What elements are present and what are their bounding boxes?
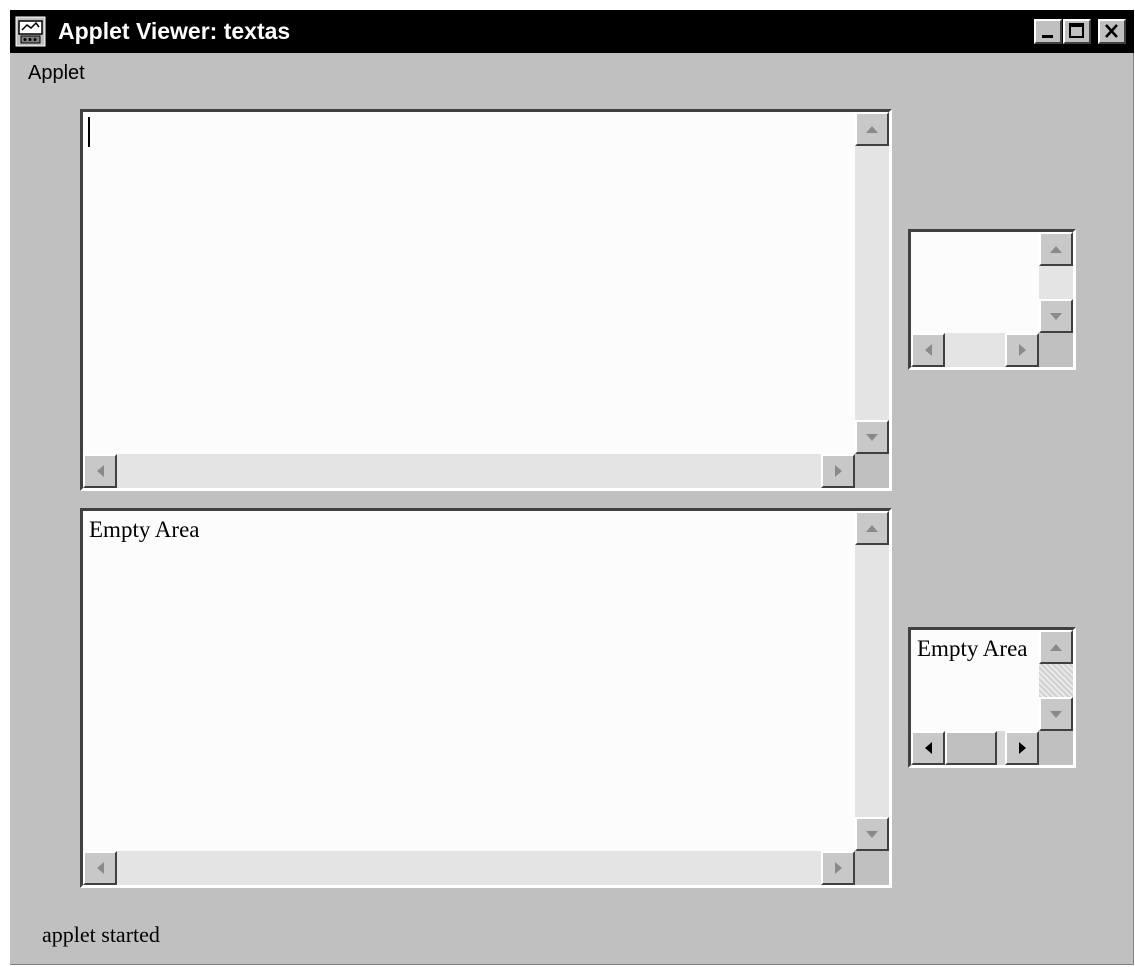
arrow-left-icon — [924, 344, 932, 356]
arrow-up-icon — [866, 125, 878, 133]
scroll-right-button[interactable] — [1005, 731, 1039, 765]
arrow-down-icon — [1050, 710, 1062, 718]
scroll-down-button[interactable] — [855, 817, 889, 851]
scroll-up-button[interactable] — [855, 112, 889, 146]
scroll-down-button[interactable] — [855, 420, 889, 454]
arrow-down-icon — [1050, 312, 1062, 320]
arrow-up-icon — [1050, 245, 1062, 253]
close-icon — [1105, 24, 1118, 38]
title-bar[interactable]: Applet Viewer: textas — [10, 10, 1134, 53]
scroll-up-button[interactable] — [1039, 232, 1073, 266]
scroll-right-button[interactable] — [821, 454, 855, 488]
scroll-left-button[interactable] — [911, 333, 945, 367]
status-text: applet started — [42, 922, 160, 947]
arrow-right-icon — [834, 862, 842, 874]
arrow-right-icon — [1018, 344, 1026, 356]
arrow-right-icon — [1018, 742, 1026, 754]
scroll-up-button[interactable] — [1039, 630, 1073, 664]
arrow-left-icon — [96, 465, 104, 477]
large-text-textarea[interactable]: Empty Area — [80, 508, 892, 888]
horizontal-scrollbar[interactable] — [911, 731, 1039, 765]
vertical-scrollbar[interactable] — [1039, 630, 1073, 731]
vertical-scrollbar[interactable] — [855, 511, 889, 851]
applet-viewer-window: Applet Viewer: textas Applet Empty Area … — [10, 10, 1134, 965]
minimize-button[interactable] — [1034, 19, 1062, 44]
minimize-icon — [1042, 35, 1053, 38]
close-button[interactable] — [1098, 19, 1126, 44]
scrollbar-corner — [855, 454, 889, 488]
arrow-left-icon — [96, 862, 104, 874]
maximize-icon — [1069, 23, 1084, 38]
scroll-right-button[interactable] — [1005, 333, 1039, 367]
arrow-up-icon — [1050, 643, 1062, 651]
scrollbar-corner — [855, 851, 889, 885]
small-text-textarea[interactable]: Empty Area — [908, 627, 1076, 768]
scroll-left-button[interactable] — [83, 851, 117, 885]
menu-applet[interactable]: Applet — [28, 62, 85, 85]
vertical-scrollbar[interactable] — [1039, 232, 1073, 333]
scroll-right-button[interactable] — [821, 851, 855, 885]
scroll-up-button[interactable] — [855, 511, 889, 545]
arrow-left-icon — [924, 742, 932, 754]
textarea-content: Empty Area — [89, 517, 200, 542]
window-title: Applet Viewer: textas — [58, 18, 291, 44]
arrow-down-icon — [866, 830, 878, 838]
applet-viewer-icon — [15, 16, 46, 47]
scrollbar-corner — [1039, 333, 1073, 367]
scroll-down-button[interactable] — [1039, 299, 1073, 333]
arrow-down-icon — [866, 433, 878, 441]
maximize-button[interactable] — [1063, 19, 1091, 44]
scrollbar-corner — [1039, 731, 1073, 765]
horizontal-scrollbar[interactable] — [911, 333, 1039, 367]
text-caret — [88, 117, 90, 147]
large-empty-textarea[interactable] — [80, 109, 892, 491]
arrow-right-icon — [834, 465, 842, 477]
scroll-left-button[interactable] — [83, 454, 117, 488]
menu-bar: Applet — [10, 53, 1134, 91]
scroll-left-button[interactable] — [911, 731, 945, 765]
horizontal-scrollbar[interactable] — [83, 454, 855, 488]
vertical-scrollbar[interactable] — [855, 112, 889, 454]
scroll-down-button[interactable] — [1039, 697, 1073, 731]
small-empty-textarea[interactable] — [908, 229, 1076, 370]
arrow-up-icon — [866, 524, 878, 532]
horizontal-scroll-thumb[interactable] — [945, 731, 997, 765]
horizontal-scrollbar[interactable] — [83, 851, 855, 885]
textarea-content: Empty Area — [917, 636, 1028, 661]
